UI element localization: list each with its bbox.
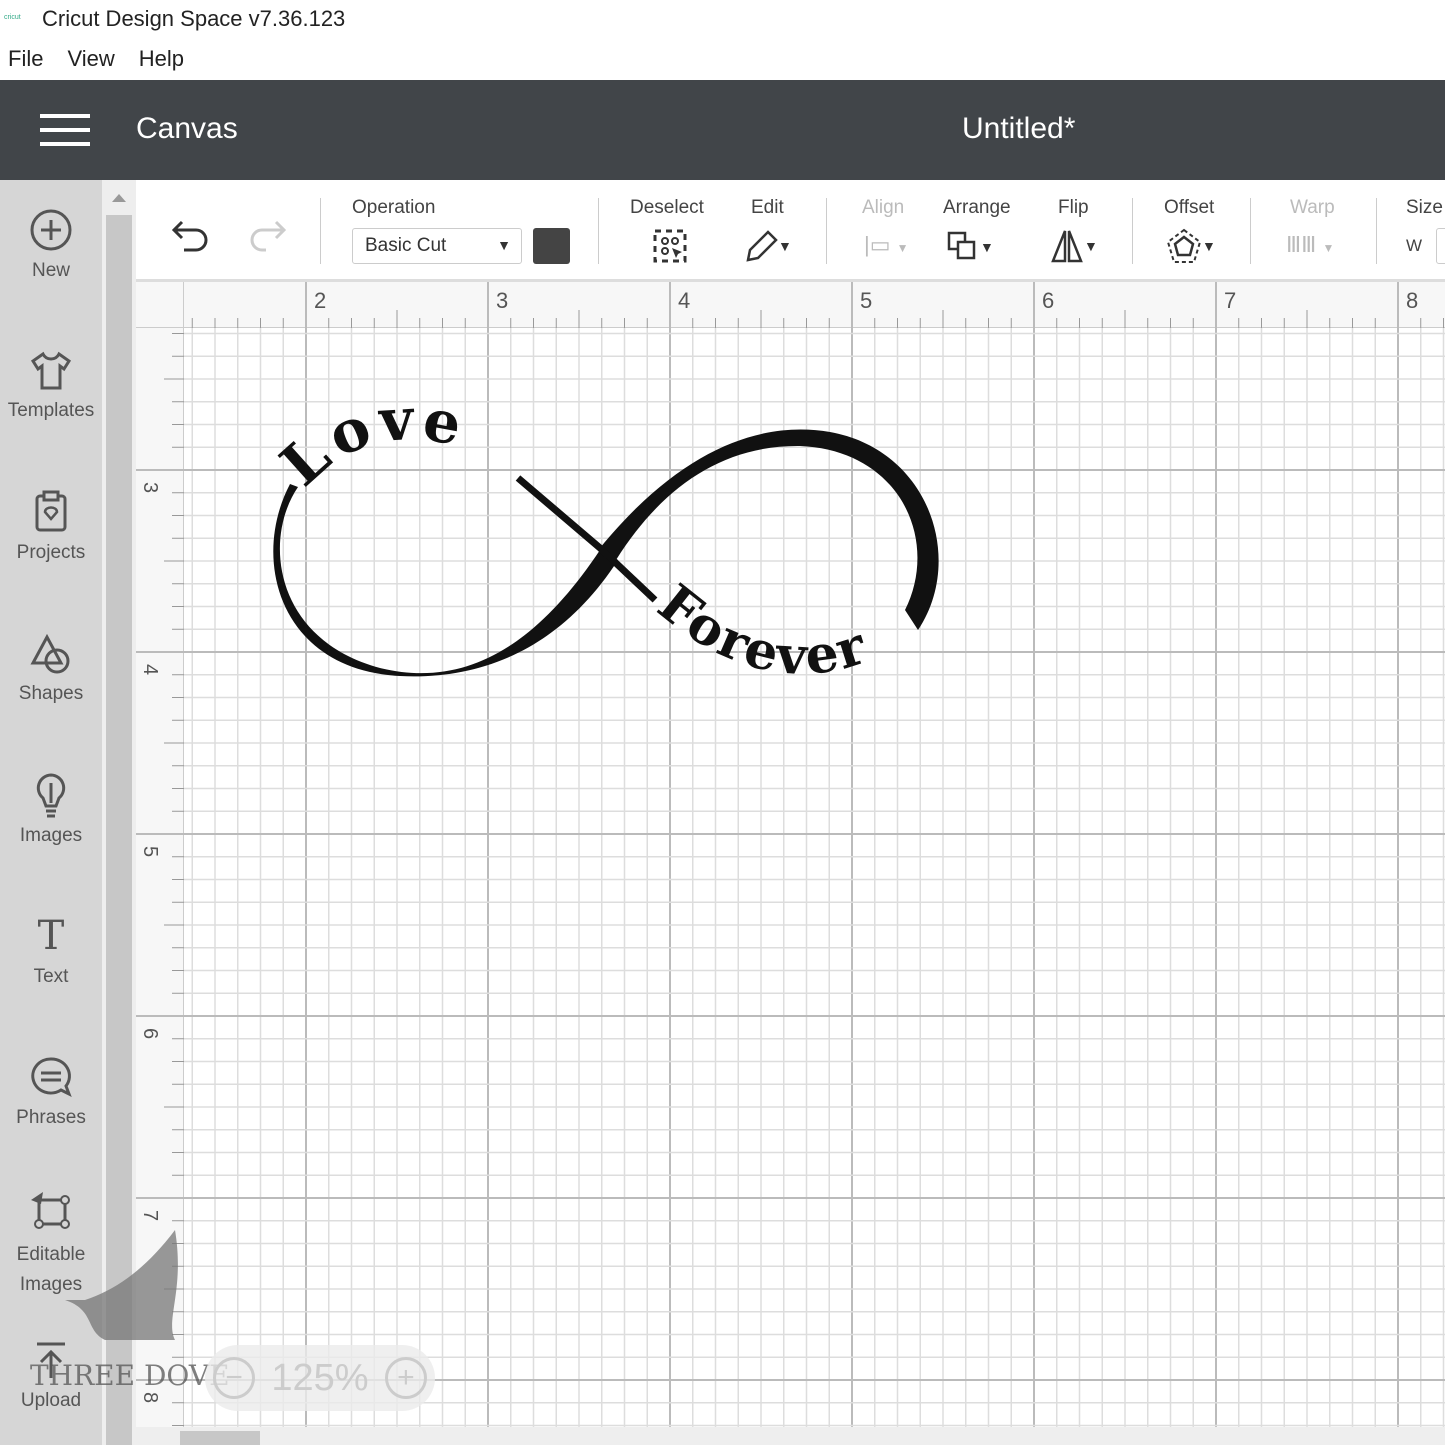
edit-button[interactable]: ▼ [744,228,792,264]
ruler-left-label: 4 [139,664,161,675]
sidebar-label: Text [33,966,69,987]
width-label: W [1406,236,1423,255]
ruler-left-label: 7 [139,1210,161,1221]
zoom-in-button[interactable]: + [384,1357,427,1399]
tshirt-icon [0,340,102,400]
zoom-out-button[interactable]: − [213,1357,256,1399]
sidebar-item-templates[interactable]: Templates [0,340,102,422]
flip-icon [1051,230,1083,263]
sidebar-label: Templates [7,400,95,421]
menu-view[interactable]: View [67,46,114,72]
scrollbar-thumb[interactable] [180,1431,260,1445]
hamburger-icon[interactable] [40,114,90,146]
ruler-top-label: 7 [1224,288,1236,313]
sidebar-label: New [31,260,70,281]
svg-text:THREE DOVE: THREE DOVE [30,1359,230,1392]
title-bar: cricut Cricut Design Space v7.36.123 [0,0,1445,38]
operation-label: Operation [352,197,436,218]
horizontal-scrollbar[interactable] [136,1427,1445,1445]
align-label: Align [862,197,905,218]
menu-bar: File View Help [0,38,1445,80]
document-title[interactable]: Untitled* [962,112,1075,146]
sidebar-item-shapes[interactable]: Shapes [0,623,102,705]
lightbulb-icon [0,765,102,825]
sidebar-label: Shapes [18,683,84,704]
flip-label: Flip [1058,197,1089,218]
chevron-down-icon: ▼ [980,239,994,255]
ruler-top: 2 3 4 5 6 7 8 [136,282,1445,328]
edit-label: Edit [751,197,784,218]
offset-button[interactable]: ▼ [1166,228,1216,264]
arrange-label: Arrange [943,197,1011,218]
zoom-level: 125% [271,1356,369,1399]
warp-icon: ⅢⅢ ▼ [1286,232,1335,257]
undo-icon[interactable] [170,218,212,254]
flip-button[interactable]: ▼ [1050,228,1098,264]
arrange-icon [947,231,976,260]
arrange-button[interactable]: ▼ [946,230,994,264]
chevron-down-icon: ▼ [1084,238,1098,254]
sidebar-label: Phrases [16,1107,86,1128]
speech-bubble-icon [0,1047,102,1107]
chevron-down-icon: ▼ [778,238,792,254]
width-input[interactable] [1436,228,1445,264]
ruler-top-label: 5 [860,288,872,313]
offset-icon [1166,228,1202,263]
sidebar-item-projects[interactable]: Projects [0,482,102,564]
toolbar: Operation Basic Cut ▼ Deselect Edit ▼ Ali… [136,180,1445,282]
offset-label: Offset [1164,197,1215,218]
text-icon: T [37,913,65,959]
ruler-left-label: 6 [139,1028,161,1039]
deselect-label: Deselect [630,197,704,218]
app-logo: cricut [4,14,21,21]
deselect-icon[interactable] [652,228,688,264]
ruler-left-label: 5 [139,846,161,857]
align-icon: |▭ ▼ [864,232,909,257]
shapes-icon [0,623,102,683]
warp-label: Warp [1290,197,1335,218]
app-header: Canvas Untitled* [0,80,1445,180]
clipboard-icon [0,482,102,542]
chevron-down-icon: ▼ [1202,238,1216,254]
design-canvas[interactable] [184,328,1445,1427]
zoom-control: − 125% + [205,1345,435,1411]
ruler-top-label: 6 [1042,288,1054,313]
window-title: Cricut Design Space v7.36.123 [42,6,346,31]
sidebar-item-images[interactable]: Images [0,765,102,847]
sidebar-item-text[interactable]: T Text [0,906,102,988]
pencil-icon [746,230,778,262]
size-label: Size [1406,197,1443,218]
watermark-dove-logo: THREE DOVE [30,1230,230,1392]
color-swatch[interactable] [533,228,570,264]
ruler-corner [136,282,184,328]
redo-icon[interactable] [246,218,288,254]
menu-help[interactable]: Help [139,46,184,72]
operation-value: Basic Cut [365,235,447,256]
ruler-top-label: 8 [1406,288,1418,313]
plus-circle-icon [0,200,102,260]
sidebar-item-new[interactable]: New [0,200,102,282]
operation-select[interactable]: Basic Cut ▼ [352,228,522,264]
ruler-top-label: 2 [314,288,326,313]
ruler-top-label: 4 [678,288,690,313]
sidebar-label: Images [19,825,83,846]
canvas-grid [184,328,1445,1427]
sidebar-item-phrases[interactable]: Phrases [0,1047,102,1129]
ruler-top-label: 3 [496,288,508,313]
sidebar-label: Projects [16,542,86,563]
section-title: Canvas [136,112,238,145]
scroll-up-icon[interactable] [112,194,126,202]
chevron-down-icon: ▼ [497,237,511,253]
menu-file[interactable]: File [8,46,43,72]
ruler-left-label: 3 [139,482,161,493]
